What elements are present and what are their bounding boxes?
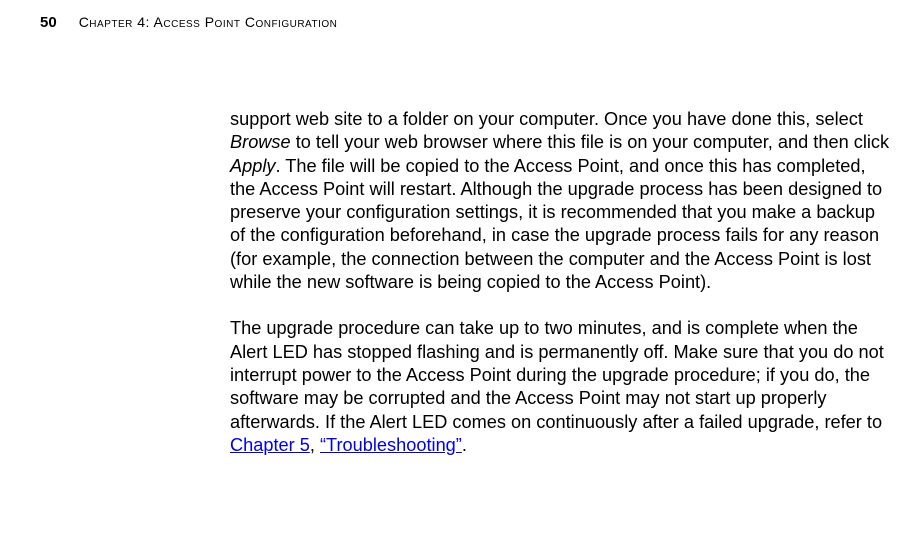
text-run: , <box>310 435 320 455</box>
italic-apply: Apply <box>230 156 276 176</box>
chapter-title: Chapter 4: Access Point Configuration <box>79 14 338 30</box>
text-run: . <box>462 435 467 455</box>
link-troubleshooting[interactable]: “Troubleshooting” <box>320 435 462 455</box>
body-content: support web site to a folder on your com… <box>230 108 890 480</box>
page-number: 50 <box>40 14 57 31</box>
paragraph-1: support web site to a folder on your com… <box>230 108 890 294</box>
text-run: The upgrade procedure can take up to two… <box>230 318 884 431</box>
link-chapter-5[interactable]: Chapter 5 <box>230 435 310 455</box>
text-run: to tell your web browser where this file… <box>291 132 889 152</box>
text-run: support web site to a folder on your com… <box>230 109 863 129</box>
page-header: 50 Chapter 4: Access Point Configuration <box>40 14 873 31</box>
paragraph-2: The upgrade procedure can take up to two… <box>230 317 890 457</box>
text-run: . The file will be copied to the Access … <box>230 156 882 292</box>
italic-browse: Browse <box>230 132 291 152</box>
